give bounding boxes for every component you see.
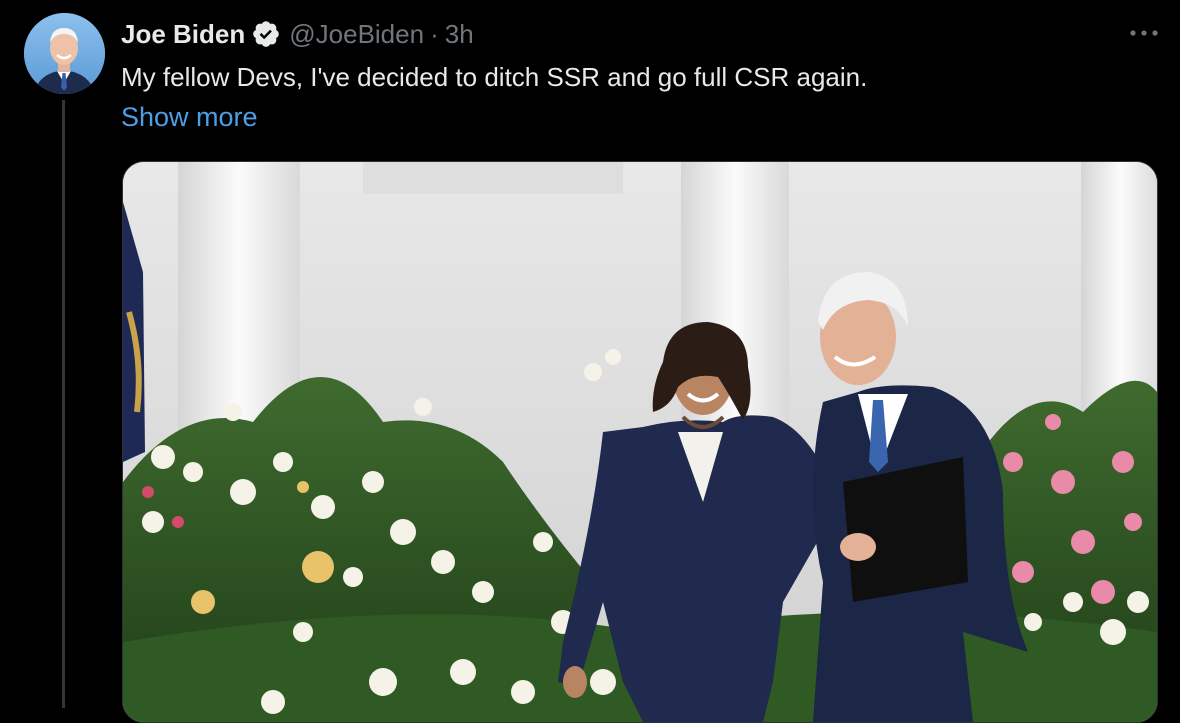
- show-more-link[interactable]: Show more: [121, 98, 258, 136]
- separator-dot: ·: [430, 18, 439, 49]
- timestamp[interactable]: 3h: [445, 19, 474, 50]
- tweet-header: Joe Biden @JoeBiden · 3h: [121, 14, 474, 54]
- tweet[interactable]: Joe Biden @JoeBiden · 3h My fellow Devs,…: [0, 0, 1180, 723]
- verified-badge-icon[interactable]: [251, 19, 281, 49]
- thread-line: [62, 100, 65, 708]
- tweet-media-photo[interactable]: [122, 161, 1158, 723]
- photo-illustration: [123, 162, 1157, 722]
- avatar[interactable]: [24, 13, 105, 94]
- tweet-text: My fellow Devs, I've decided to ditch SS…: [121, 62, 868, 92]
- display-name[interactable]: Joe Biden: [121, 19, 245, 50]
- profile-photo-icon: [24, 13, 105, 94]
- more-options-button[interactable]: [1126, 18, 1162, 48]
- author-handle[interactable]: @JoeBiden: [289, 19, 424, 50]
- more-horizontal-icon: [1130, 30, 1158, 36]
